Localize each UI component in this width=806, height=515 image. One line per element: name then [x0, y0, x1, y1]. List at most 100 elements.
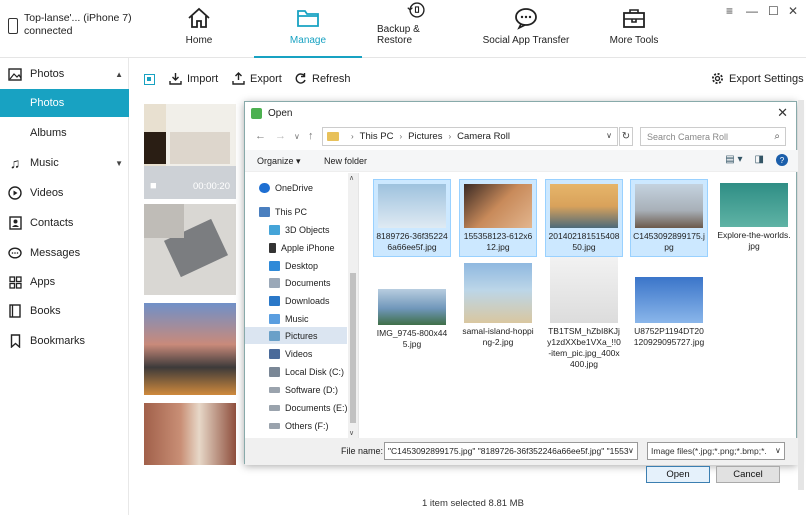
nav-scrollbar[interactable]: ∧ ∨ [348, 173, 358, 438]
sidebar-item-music[interactable]: ♫ Music ▼ [0, 149, 129, 177]
close-icon[interactable]: ✕ [788, 4, 798, 18]
file-thumbnail [720, 183, 788, 227]
file-item[interactable]: U8752P1194DT20120929095727.jpg [630, 273, 708, 351]
nav-local-disk-c[interactable]: Local Disk (C:) [269, 363, 344, 380]
sidebar-item-label: Apps [30, 276, 56, 288]
photo-thumbnail[interactable] [144, 403, 236, 465]
new-folder-button[interactable]: New folder [324, 156, 367, 166]
sidebar-item-photos[interactable]: Photos ▲ [0, 60, 129, 88]
file-item[interactable]: Explore-the-worlds.jpg [715, 179, 793, 255]
chevron-up-icon[interactable]: ▲ [115, 70, 123, 79]
export-settings-button[interactable]: Export Settings [711, 72, 804, 85]
file-item[interactable]: C1453092899175.jpg [630, 179, 708, 257]
breadcrumb-pictures[interactable]: Pictures [408, 131, 442, 142]
sidebar-item-label: Messages [30, 247, 81, 259]
tab-home[interactable]: Home [170, 0, 228, 58]
cancel-button[interactable]: Cancel [716, 466, 780, 483]
forward-arrow-icon[interactable]: → [275, 130, 286, 142]
file-type-dropdown-icon[interactable]: ∨ [775, 446, 781, 455]
file-item[interactable]: TB1TSM_hZbI8KJjy1zdXXbe1VXa_!!0-item_pic… [545, 253, 623, 373]
sidebar-item-messages[interactable]: Messages [0, 239, 129, 267]
refresh-button[interactable]: Refresh [294, 72, 351, 85]
dialog-close-icon[interactable]: ✕ [777, 105, 788, 121]
export-settings-label: Export Settings [729, 72, 804, 85]
organize-button[interactable]: Organize ▾ [257, 156, 301, 167]
address-bar[interactable]: › This PC › Pictures › Camera Roll ∨ [322, 127, 618, 146]
sidebar-item-books[interactable]: Books [0, 297, 129, 325]
address-row: ← → ∨ ↑ › This PC › Pictures › Camera Ro… [245, 126, 798, 148]
tab-backup-restore[interactable]: Backup & Restore [377, 0, 457, 58]
pictures-icon [269, 330, 280, 341]
nav-videos[interactable]: Videos [269, 345, 312, 362]
back-arrow-icon[interactable]: ← [255, 130, 266, 142]
nav-onedrive[interactable]: OneDrive [259, 179, 313, 196]
nav-documents[interactable]: Documents [269, 274, 331, 291]
maximize-icon[interactable]: ☐ [768, 4, 779, 18]
import-button[interactable]: Import [169, 72, 218, 85]
tab-manage-label: Manage [289, 35, 327, 46]
sidebar-item-albums[interactable]: Albums [0, 119, 129, 147]
nav-desktop[interactable]: Desktop [269, 257, 318, 274]
help-icon[interactable]: ? [776, 154, 788, 166]
scrollbar-thumb[interactable] [350, 273, 356, 423]
sidebar-item-bookmarks[interactable]: Bookmarks [0, 327, 129, 355]
contact-icon [8, 216, 22, 230]
file-item[interactable]: 8189726-36f352246a66ee5f.jpg [373, 179, 451, 257]
file-item[interactable]: 20140218151540850.jpg [545, 179, 623, 257]
file-item[interactable]: 155358123-612x612.jpg [459, 179, 537, 257]
export-button[interactable]: Export [232, 72, 282, 85]
preview-pane-icon[interactable]: ◨ [755, 154, 764, 166]
dialog-title: Open [268, 107, 293, 119]
file-type-select[interactable]: Image files(*.jpg;*.png;*.bmp;*. [647, 442, 785, 460]
file-item[interactable]: samal-island-hopping-2.jpg [459, 259, 537, 351]
nav-label: Software (D:) [285, 384, 339, 395]
up-arrow-icon[interactable]: ↑ [308, 130, 314, 142]
nav-this-pc[interactable]: This PC [259, 203, 307, 220]
photo-thumbnail[interactable]: ■ 00:00:20 [144, 104, 236, 199]
nav-label: Local Disk (C:) [285, 366, 345, 377]
file-name-dropdown-icon[interactable]: ∨ [628, 446, 634, 455]
device-info[interactable]: Top-lanse'... (iPhone 7) connected [8, 12, 132, 38]
view-options-icon[interactable]: ▤ ▾ [725, 154, 742, 166]
nav-music[interactable]: Music [269, 310, 309, 327]
photo-thumbnail[interactable] [144, 204, 236, 295]
tab-social-app-transfer[interactable]: Social App Transfer [482, 0, 570, 58]
sidebar-item-photos-sub[interactable]: Photos [0, 89, 129, 117]
tab-manage[interactable]: Manage [254, 0, 362, 58]
bookmark-icon [8, 334, 22, 348]
photo-thumbnail[interactable] [144, 303, 236, 395]
scroll-up-icon[interactable]: ∧ [349, 174, 354, 182]
main-scrollbar[interactable] [798, 100, 804, 490]
recent-chevron-icon[interactable]: ∨ [294, 132, 300, 141]
chevron-down-icon[interactable]: ▼ [115, 159, 123, 168]
address-dropdown-icon[interactable]: ∨ [606, 131, 612, 140]
nav-others-f[interactable]: Others (F:) [269, 417, 329, 434]
minimize-icon[interactable]: — [746, 4, 758, 18]
nav-software-d[interactable]: Software (D:) [269, 381, 338, 398]
sidebar-item-apps[interactable]: Apps [0, 268, 129, 296]
breadcrumb-this-pc[interactable]: This PC [360, 131, 394, 142]
nav-label: This PC [275, 206, 308, 217]
search-input[interactable]: Search Camera Roll ⌕ [640, 127, 786, 146]
nav-label: Pictures [285, 330, 318, 341]
sidebar-item-videos[interactable]: Videos [0, 179, 129, 207]
breadcrumb-camera-roll[interactable]: Camera Roll [457, 131, 510, 142]
import-label: Import [187, 72, 219, 85]
select-all-checkbox[interactable] [144, 74, 155, 85]
menu-icon[interactable]: ≡ [726, 4, 733, 18]
file-name: 8189726-36f352246a66ee5f.jpg [376, 231, 448, 252]
scroll-down-icon[interactable]: ∨ [349, 429, 354, 437]
file-name-value: "C1453092899175.jpg" "8189726-36f352246a… [388, 446, 629, 456]
nav-downloads[interactable]: Downloads [269, 292, 330, 309]
nav-3d-objects[interactable]: 3D Objects [269, 221, 330, 238]
nav-pictures[interactable]: Pictures [245, 327, 347, 344]
nav-documents-e[interactable]: Documents (E:) [269, 399, 348, 416]
file-name-input[interactable]: "C1453092899175.jpg" "8189726-36f352246a… [384, 442, 638, 460]
address-refresh-icon[interactable]: ↻ [619, 127, 633, 146]
tab-more-tools[interactable]: More Tools [606, 0, 662, 58]
open-button[interactable]: Open [646, 466, 710, 483]
file-thumbnail [464, 263, 532, 323]
nav-apple-iphone[interactable]: Apple iPhone [269, 239, 335, 256]
file-item[interactable]: IMG_9745-800x445.jpg [373, 279, 451, 353]
sidebar-item-contacts[interactable]: Contacts [0, 209, 129, 237]
